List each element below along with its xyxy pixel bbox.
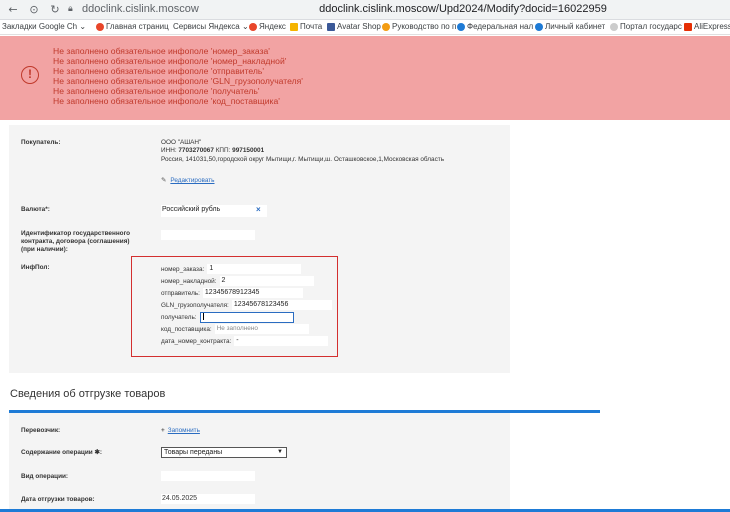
infopol-row-contract-date: дата_номер_контракта: -	[161, 336, 329, 346]
error-message: Не заполнено обязательное инфополе 'код_…	[53, 96, 280, 107]
url-full[interactable]: ddoclink.cislink.moscow/Upd2024/Modify?d…	[0, 3, 730, 15]
infopol-row-gln: GLN_грузополучателя: 12345678123456	[161, 300, 332, 310]
ship-date-label: Дата отгрузки товаров:	[21, 496, 95, 503]
error-banner: ! Не заполнено обязательное инфополе 'но…	[0, 36, 730, 120]
bookmark-main[interactable]: Главная страниц	[96, 22, 169, 31]
ship-date-value[interactable]: 24.05.2025	[162, 495, 197, 503]
bookmark-yandex-services[interactable]: Сервисы Яндекса ⌄	[173, 22, 249, 31]
infopol-row-sender: отправитель: 12345678912345	[161, 288, 303, 298]
text-caret	[202, 313, 204, 321]
buyer-label: Покупатель:	[21, 139, 61, 146]
mail-icon	[290, 22, 298, 31]
currency-label: Валюта*:	[21, 206, 50, 213]
buyer-inn-kpp: ИНН: 7703270067 КПП: 997150001	[161, 147, 265, 154]
contract-date-input[interactable]: -	[234, 336, 329, 346]
sender-input[interactable]: 12345678912345	[202, 288, 303, 298]
error-message: Не заполнено обязательное инфополе 'номе…	[53, 46, 270, 56]
pencil-icon: ✎	[161, 177, 167, 184]
error-message: Не заполнено обязательное инфополе 'номе…	[53, 56, 287, 67]
operation-select[interactable]: Товары переданы ▼	[161, 447, 287, 458]
bookmark-cabinet[interactable]: Личный кабинет	[535, 22, 605, 31]
operation-label: Содержание операции ✱:	[21, 449, 102, 456]
yandex-icon	[249, 22, 257, 31]
chevron-down-icon: ▼	[277, 449, 283, 455]
buyer-name: ООО "АШАН"	[161, 139, 202, 146]
alert-icon: !	[21, 66, 39, 84]
yandex-icon	[96, 22, 104, 31]
address-bar: ← ⊙ ↻ 🔒︎ ddoclink.cislink.moscow ddoclin…	[0, 0, 730, 20]
invoice-number-input[interactable]: 2	[219, 276, 314, 286]
bookmark-aliexpress[interactable]: AliExpress -	[684, 22, 730, 31]
contract-label-3: (при наличии):	[21, 246, 68, 253]
shop-icon	[327, 22, 335, 31]
bookmark-yandex[interactable]: Яндекс	[249, 22, 286, 31]
cabinet-icon	[535, 22, 543, 31]
error-message: Не заполнено обязательное инфополе 'отпр…	[53, 66, 265, 77]
bookmarks-bar: Закладки Google Ch ⌄ Главная страниц Сер…	[0, 20, 730, 35]
order-number-input[interactable]: 1	[207, 264, 302, 274]
infopol-row-recipient: получатель:	[161, 311, 294, 323]
bookmark-fns[interactable]: Федеральная нал	[457, 22, 533, 31]
bookmark-guide[interactable]: Руководство по п	[382, 22, 456, 31]
bookmark-gov[interactable]: Портал государс	[610, 22, 682, 31]
bookmark-mail[interactable]: Почта	[290, 22, 322, 31]
contract-input[interactable]	[161, 230, 255, 240]
fns-icon	[457, 22, 465, 31]
plus-icon: +	[161, 427, 165, 434]
infopol-row-invoice: номер_накладной: 2	[161, 276, 314, 286]
aliexpress-icon	[684, 22, 692, 31]
infopol-row-order: номер_заказа: 1	[161, 264, 302, 274]
op-type-label: Вид операции:	[21, 473, 69, 480]
op-type-input[interactable]	[161, 471, 255, 481]
contract-label-2: контракта, договора (соглашения)	[21, 238, 130, 245]
infopol-row-supplier: код_поставщика: Не заполнено	[161, 324, 309, 334]
error-message: Не заполнено обязательное инфополе 'полу…	[53, 86, 260, 97]
edit-buyer-link[interactable]: ✎ Редактировать	[161, 177, 215, 185]
currency-value[interactable]: Российский рубль	[162, 204, 220, 216]
clear-currency-icon[interactable]: ×	[256, 204, 261, 216]
bookmark-avatar[interactable]: Avatar Shop	[327, 22, 381, 31]
supplier-code-input[interactable]: Не заполнено	[214, 324, 309, 334]
bookmark-google[interactable]: Закладки Google Ch ⌄	[2, 22, 86, 31]
buyer-address: Россия, 141031,50,городской округ Мытищи…	[161, 156, 445, 163]
carrier-label: Перевозчик:	[21, 427, 61, 434]
error-list: Не заполнено обязательное инфополе 'номе…	[53, 46, 303, 107]
gov-icon	[610, 22, 618, 31]
infopol-label: ИнфПол:	[21, 264, 50, 271]
error-message: Не заполнено обязательное инфополе 'GLN_…	[53, 76, 303, 87]
carrier-remember-link[interactable]: + Запомнить	[161, 427, 200, 435]
contract-label-1: Идентификатор государственного	[21, 230, 131, 237]
gln-input[interactable]: 12345678123456	[231, 300, 332, 310]
recipient-input[interactable]	[199, 311, 294, 323]
guide-icon	[382, 22, 390, 31]
section-title-shipment: Сведения об отгрузке товаров	[10, 388, 166, 400]
